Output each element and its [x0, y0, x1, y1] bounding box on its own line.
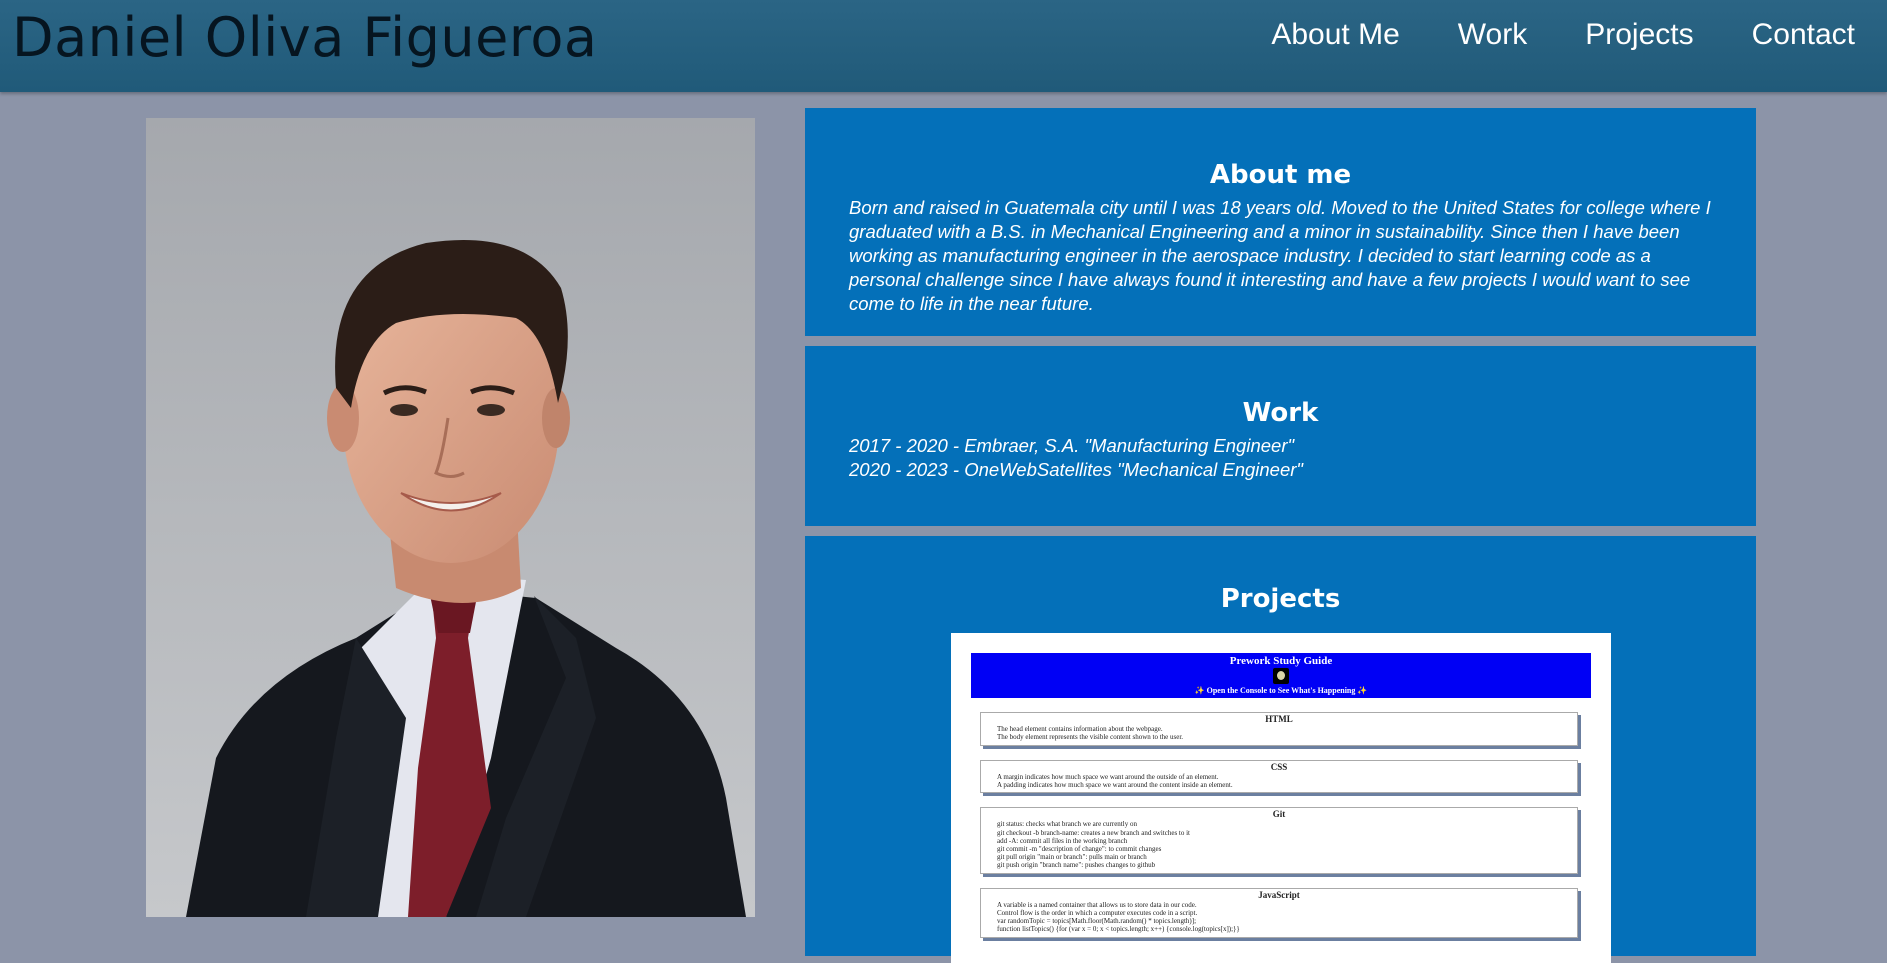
preview-console-note: ✨ Open the Console to See What's Happeni…: [1194, 686, 1368, 695]
profile-photo: [146, 118, 755, 917]
preview-title: Prework Study Guide: [1229, 655, 1333, 667]
site-header: Daniel Oliva Figueroa About Me Work Proj…: [0, 0, 1887, 92]
work-item: 2017 - 2020 - Embraer, S.A. "Manufacturi…: [849, 435, 1295, 456]
nav-about-me[interactable]: About Me: [1271, 18, 1399, 52]
list-item: git pull origin "main or branch": pulls …: [997, 853, 1571, 861]
nav-contact[interactable]: Contact: [1752, 18, 1855, 52]
list-item: A margin indicates how much space we wan…: [997, 773, 1571, 781]
portrait-illustration: [146, 118, 755, 917]
work-list: 2017 - 2020 - Embraer, S.A. "Manufacturi…: [805, 434, 1756, 482]
project-preview-screenshot: Prework Study Guide ✨ Open the Console t…: [971, 653, 1591, 938]
list-item: git checkout -b branch-name: creates a n…: [997, 829, 1571, 837]
preview-section-javascript: JavaScript A variable is a named contain…: [980, 887, 1578, 938]
projects-section: Projects Prework Study Guide ✨ Open the …: [805, 536, 1756, 963]
preview-section-heading: CSS: [1270, 761, 1288, 772]
preview-section-heading: JavaScript: [1258, 889, 1300, 900]
nav-projects[interactable]: Projects: [1585, 18, 1693, 52]
list-item: The head element contains information ab…: [997, 725, 1571, 733]
list-item: git commit -m "description of change": t…: [997, 845, 1571, 853]
work-heading: Work: [1242, 398, 1319, 428]
work-item: 2020 - 2023 - OneWebSatellites "Mechanic…: [849, 459, 1303, 480]
list-item: A padding indicates how much space we wa…: [997, 781, 1571, 789]
preview-section-git: Git git status: checks what branch we ar…: [980, 807, 1578, 874]
preview-section-html: HTML The head element contains informati…: [980, 712, 1578, 746]
nav-work[interactable]: Work: [1458, 18, 1527, 52]
avatar-logo-icon: [1273, 668, 1289, 684]
about-section: About me Born and raised in Guatemala ci…: [805, 108, 1756, 336]
list-item: A variable is a named container that all…: [997, 901, 1571, 909]
preview-section-heading: HTML: [1265, 714, 1293, 724]
preview-banner: Prework Study Guide ✨ Open the Console t…: [971, 653, 1591, 698]
list-item: add -A: commit all files in the working …: [997, 837, 1571, 845]
work-section: Work 2017 - 2020 - Embraer, S.A. "Manufa…: [805, 346, 1756, 526]
project-preview-link[interactable]: Prework Study Guide ✨ Open the Console t…: [951, 633, 1611, 963]
main-nav: About Me Work Projects Contact: [1271, 18, 1887, 52]
list-item: git status: checks what branch we are cu…: [997, 820, 1571, 828]
preview-section-css: CSS A margin indicates how much space we…: [980, 759, 1578, 794]
list-item: git push origin "branch name": pushes ch…: [997, 861, 1571, 869]
list-item: The body element represents the visible …: [997, 733, 1571, 741]
about-text: Born and raised in Guatemala city until …: [849, 197, 1711, 314]
projects-heading: Projects: [1220, 584, 1341, 614]
preview-section-heading: Git: [1272, 809, 1286, 820]
site-title: Daniel Oliva Figueroa: [12, 6, 598, 69]
list-item: Control flow is the order in which a com…: [997, 909, 1571, 917]
about-heading: About me: [1209, 160, 1352, 190]
list-item: var randomTopic = topics[Math.floor(Math…: [997, 917, 1571, 925]
list-item: function listTopics() {for (var x = 0; x…: [997, 925, 1571, 933]
